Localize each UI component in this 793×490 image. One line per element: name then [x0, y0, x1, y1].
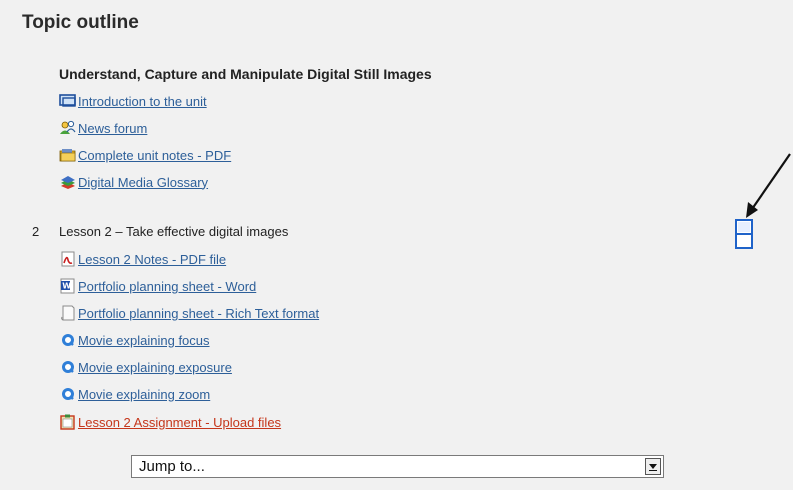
section-toggle-icon — [735, 219, 753, 249]
news-forum-link[interactable]: News forum — [78, 121, 147, 136]
page-title: Topic outline — [22, 12, 139, 33]
assignment-clipboard-icon — [59, 414, 77, 430]
lesson2-notes-link[interactable]: Lesson 2 Notes - PDF file — [78, 252, 226, 267]
section-toggle-button[interactable] — [734, 219, 754, 249]
jump-to-select[interactable]: Jump to... — [131, 455, 664, 478]
quicktime-icon — [59, 386, 77, 402]
list-item-lesson2-notes[interactable]: Lesson 2 Notes - PDF file — [59, 249, 226, 269]
list-item-unit-notes[interactable]: Complete unit notes - PDF — [59, 145, 231, 165]
monitor-icon — [59, 93, 77, 109]
movie-focus-link[interactable]: Movie explaining focus — [78, 333, 210, 348]
portfolio-rtf-link[interactable]: Portfolio planning sheet - Rich Text for… — [78, 306, 319, 321]
list-item-assignment[interactable]: Lesson 2 Assignment - Upload files — [59, 412, 281, 432]
forum-people-icon — [59, 120, 77, 136]
list-item-introduction[interactable]: Introduction to the unit — [59, 91, 207, 111]
jump-to-label: Jump to... — [139, 458, 205, 475]
assignment-link[interactable]: Lesson 2 Assignment - Upload files — [78, 415, 281, 430]
books-icon — [59, 174, 77, 190]
portfolio-word-link[interactable]: Portfolio planning sheet - Word — [78, 279, 256, 294]
unit-notes-link[interactable]: Complete unit notes - PDF — [78, 148, 231, 163]
course-panel: Topic outline Understand, Capture and Ma… — [0, 0, 793, 490]
list-item-movie-zoom[interactable]: Movie explaining zoom — [59, 384, 210, 404]
section-2-number: 2 — [32, 224, 40, 239]
section-0-title: Understand, Capture and Manipulate Digit… — [59, 66, 432, 82]
list-item-news-forum[interactable]: News forum — [59, 118, 147, 138]
svg-text:W: W — [62, 282, 71, 291]
introduction-link[interactable]: Introduction to the unit — [78, 94, 207, 109]
list-item-glossary[interactable]: Digital Media Glossary — [59, 172, 208, 192]
rtf-document-icon — [59, 305, 77, 321]
list-item-portfolio-rtf[interactable]: Portfolio planning sheet - Rich Text for… — [59, 303, 319, 323]
quicktime-icon — [59, 332, 77, 348]
annotation-arrow-icon — [746, 153, 791, 218]
quicktime-icon — [59, 359, 77, 375]
dropdown-button[interactable] — [645, 458, 661, 475]
movie-zoom-link[interactable]: Movie explaining zoom — [78, 387, 210, 402]
list-item-portfolio-word[interactable]: W Portfolio planning sheet - Word — [59, 276, 256, 296]
glossary-link[interactable]: Digital Media Glossary — [78, 175, 208, 190]
section-2-title: Lesson 2 – Take effective digital images — [59, 224, 289, 239]
chevron-down-icon — [649, 464, 657, 471]
folder-icon — [59, 147, 77, 163]
list-item-movie-exposure[interactable]: Movie explaining exposure — [59, 357, 232, 377]
list-item-movie-focus[interactable]: Movie explaining focus — [59, 330, 210, 350]
word-icon: W — [59, 278, 77, 294]
movie-exposure-link[interactable]: Movie explaining exposure — [78, 360, 232, 375]
pdf-icon — [59, 251, 77, 267]
